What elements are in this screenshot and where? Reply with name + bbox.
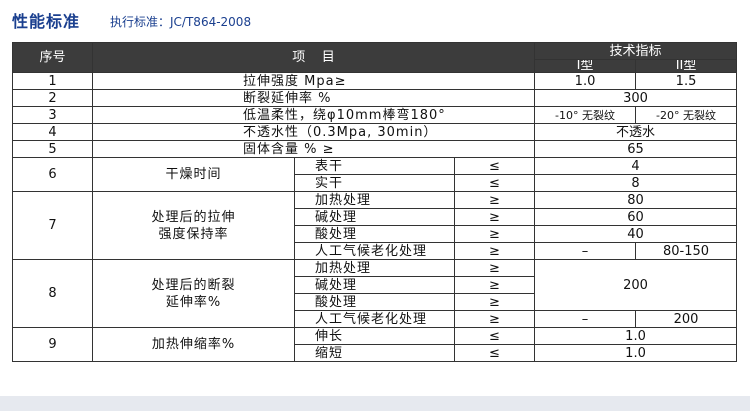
row-group: 处理后的拉伸 强度保持率 <box>92 191 295 260</box>
page-title: 性能标准 <box>12 12 81 31</box>
col-header-type2: II型 <box>635 59 738 73</box>
row-item: 固体含量 % ≥ <box>91 140 536 158</box>
col-header-no: 序号 <box>12 42 93 73</box>
row-value-type2: 200 <box>635 310 738 328</box>
row-value-type1: 1.0 <box>534 72 637 90</box>
row-value: 1.0 <box>534 327 738 345</box>
sub-symbol: ≥ <box>453 191 536 209</box>
table-row: 8 处理后的断裂 延伸率% 加热处理 ≥ 200 <box>12 259 738 328</box>
row-value: 1.0 <box>534 344 738 362</box>
sub-item: 实干 <box>294 174 455 192</box>
row-no: 3 <box>12 106 93 124</box>
row-no: 2 <box>12 89 93 107</box>
row-value-type1: – <box>534 242 637 260</box>
row-group: 干燥时间 <box>92 157 295 192</box>
row-value-type2: -20° 无裂纹 <box>635 106 738 124</box>
row-no: 7 <box>12 191 93 260</box>
row-no: 6 <box>12 157 93 192</box>
sub-item: 酸处理 <box>294 293 455 311</box>
sub-item: 伸长 <box>294 327 455 345</box>
row-value-type2: 1.5 <box>635 72 738 90</box>
sub-item: 碱处理 <box>294 276 455 294</box>
row-item: 断裂延伸率 % <box>91 89 536 107</box>
sub-symbol: ≥ <box>453 310 536 328</box>
sub-symbol: ≤ <box>453 344 536 362</box>
sub-symbol: ≥ <box>453 259 536 277</box>
sub-item: 表干 <box>294 157 455 175</box>
table-row: 4 不透水性（0.3Mpa, 30min） 不透水 <box>12 123 738 141</box>
bottom-bar <box>0 396 750 411</box>
sub-item: 碱处理 <box>294 208 455 226</box>
row-no: 5 <box>12 140 93 158</box>
table-row: 1 拉伸强度 Mpa≥ 1.0 1.5 <box>12 72 738 90</box>
sub-item: 人工气候老化处理 <box>294 310 455 328</box>
row-group: 加热伸缩率% <box>92 327 295 362</box>
row-value: 不透水 <box>534 123 738 141</box>
table-row: 3 低温柔性，绕φ10mm棒弯180° -10° 无裂纹 -20° 无裂纹 <box>12 106 738 124</box>
sub-item: 加热处理 <box>294 191 455 209</box>
row-item: 低温柔性，绕φ10mm棒弯180° <box>91 106 536 124</box>
sub-symbol: ≥ <box>453 242 536 260</box>
table-row: 7 处理后的拉伸 强度保持率 加热处理 ≥ 80 <box>12 191 738 260</box>
row-no: 4 <box>12 123 93 141</box>
row-value: 4 <box>534 157 738 175</box>
standard-label: 执行标准：JC/T864-2008 <box>110 15 252 29</box>
row-value-type1: -10° 无裂纹 <box>534 106 637 124</box>
row-item: 不透水性（0.3Mpa, 30min） <box>91 123 536 141</box>
sub-symbol: ≥ <box>453 293 536 311</box>
performance-table: 序号 项 目 技术指标 I型 II型 1 拉伸强度 Mpa≥ 1.0 1.5 2… <box>12 42 738 362</box>
row-value: 200 <box>534 259 738 311</box>
row-group: 处理后的断裂 延伸率% <box>92 259 295 328</box>
page-header: 性能标准 执行标准：JC/T864-2008 <box>12 6 251 32</box>
col-header-type1: I型 <box>534 59 637 73</box>
table-row: 9 加热伸缩率% 伸长 ≤ 1.0 <box>12 327 738 362</box>
row-no: 8 <box>12 259 93 328</box>
row-no: 9 <box>12 327 93 362</box>
row-item: 拉伸强度 Mpa≥ <box>91 72 536 90</box>
sub-symbol: ≥ <box>453 276 536 294</box>
sub-symbol: ≥ <box>453 208 536 226</box>
row-value-type1: – <box>534 310 637 328</box>
sub-symbol: ≤ <box>453 174 536 192</box>
row-value: 65 <box>534 140 738 158</box>
row-value: 80 <box>534 191 738 209</box>
sub-item: 加热处理 <box>294 259 455 277</box>
row-value: 60 <box>534 208 738 226</box>
sub-symbol: ≤ <box>453 327 536 345</box>
sub-item: 酸处理 <box>294 225 455 243</box>
row-value: 300 <box>534 89 738 107</box>
sub-item: 缩短 <box>294 344 455 362</box>
row-value: 8 <box>534 174 738 192</box>
table-row: 2 断裂延伸率 % 300 <box>12 89 738 107</box>
table-row: 6 干燥时间 表干 ≤ 4 <box>12 157 738 192</box>
row-no: 1 <box>12 72 93 90</box>
row-value: 40 <box>534 225 738 243</box>
col-header-tech: 技术指标 <box>534 42 738 60</box>
sub-item: 人工气候老化处理 <box>294 242 455 260</box>
sub-symbol: ≤ <box>453 157 536 175</box>
row-value-type2: 80-150 <box>635 242 738 260</box>
sub-symbol: ≥ <box>453 225 536 243</box>
col-header-item: 项 目 <box>91 42 536 73</box>
table-row: 5 固体含量 % ≥ 65 <box>12 140 738 158</box>
